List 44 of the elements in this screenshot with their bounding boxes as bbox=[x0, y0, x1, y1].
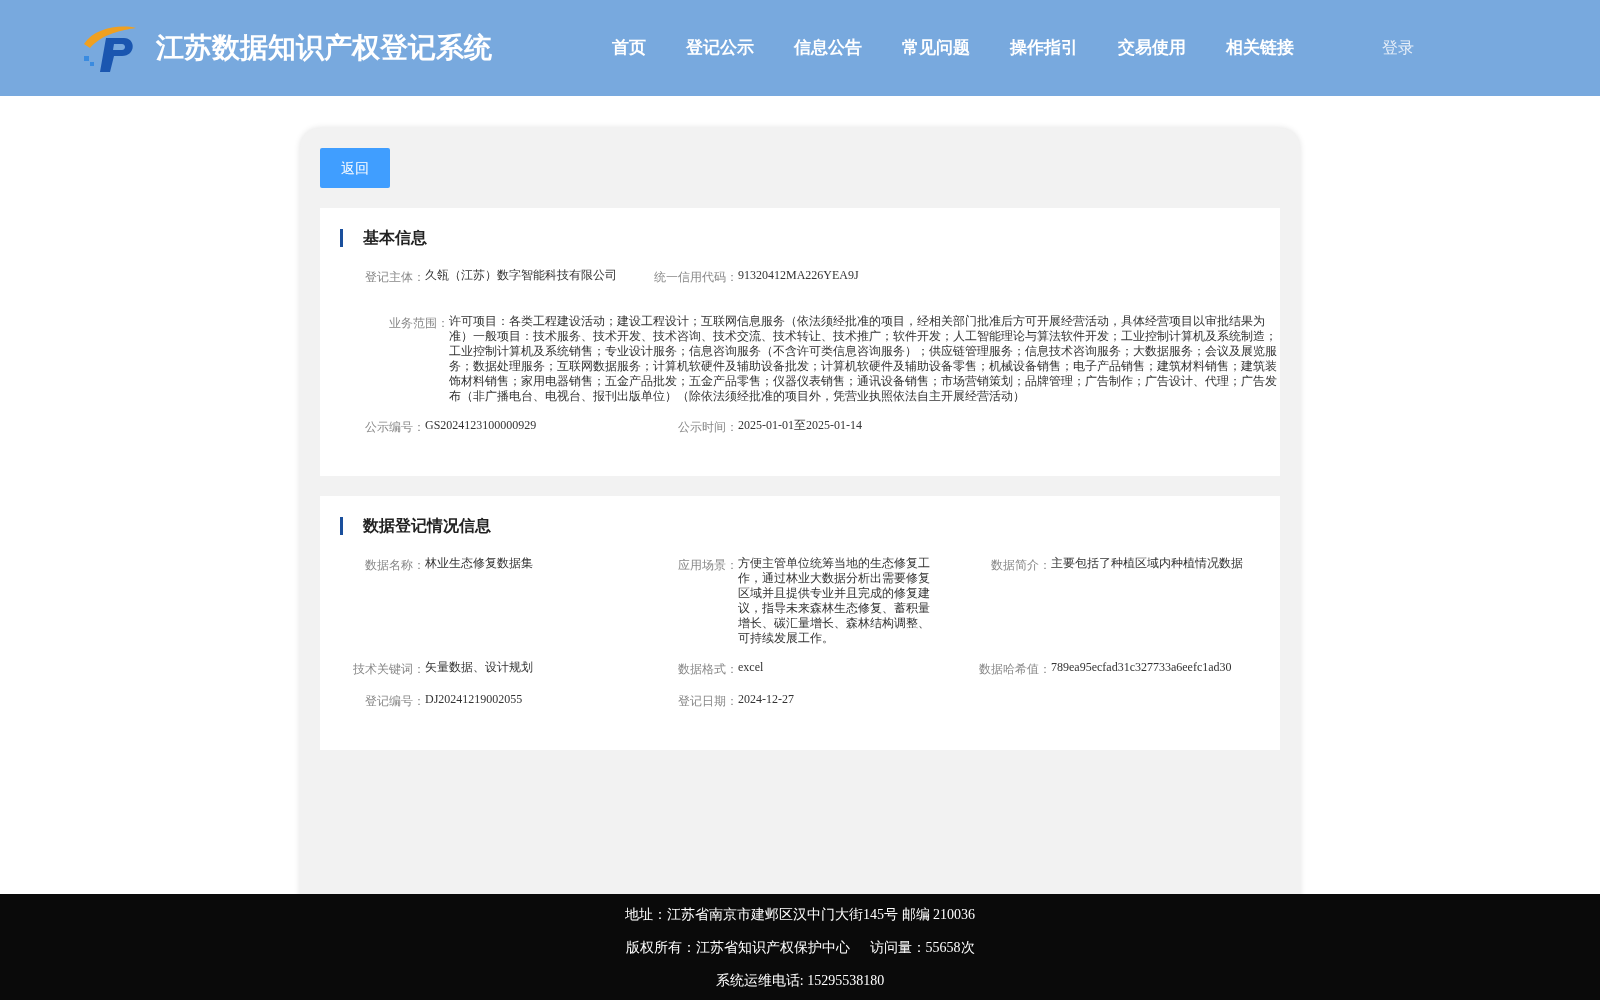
login-link[interactable]: 登录 bbox=[1382, 36, 1414, 60]
footer-copyright: 版权所有：江苏省知识产权保护中心 bbox=[625, 938, 850, 957]
field-value: 久瓴（江苏）数字智能科技有限公司 bbox=[425, 268, 618, 283]
nav-link[interactable]: 交易使用 bbox=[1118, 35, 1186, 61]
nav-link[interactable]: 相关链接 bbox=[1226, 35, 1294, 61]
field-value: 方便主管单位统筹当地的生态修复工作，通过林业大数据分析出需要修复区域并且提供专业并且完成的修复建议，指导未来森林生态修复、蓄积量增长、碳汇量增长、森林结构调整、可持续发展工作。 bbox=[738, 556, 931, 646]
field-label: 业务范围： bbox=[388, 315, 449, 332]
field-label: 统一信用代码： bbox=[653, 269, 738, 286]
field-label: 登记编号： bbox=[364, 693, 425, 710]
field-label: 登记主体： bbox=[364, 269, 425, 286]
field-value: 矢量数据、设计规划 bbox=[425, 660, 534, 675]
field-value: 91320412MA226YEA9J bbox=[738, 268, 860, 283]
title-accent bbox=[340, 517, 343, 535]
title-accent bbox=[340, 229, 343, 247]
back-button[interactable]: 返回 bbox=[320, 148, 390, 188]
field-value: excel bbox=[738, 660, 765, 675]
field-label: 数据格式： bbox=[677, 661, 738, 678]
field-label: 数据名称： bbox=[364, 557, 425, 574]
section-title: 数据登记情况信息 bbox=[363, 516, 491, 536]
field-label: 登记日期： bbox=[677, 693, 738, 710]
nav-link[interactable]: 常见问题 bbox=[902, 35, 970, 61]
footer-phone: 系统运维电话: 15295538180 bbox=[715, 971, 885, 990]
field-value: GS2024123100000929 bbox=[425, 418, 538, 433]
visit-count: 访问量：55658次 bbox=[869, 938, 975, 957]
field-label: 应用场景： bbox=[677, 557, 738, 574]
nav-link[interactable]: 首页 bbox=[612, 35, 646, 61]
nav-link[interactable]: 信息公告 bbox=[794, 35, 862, 61]
field-value: 林业生态修复数据集 bbox=[425, 556, 534, 571]
field-value: DJ20241219002055 bbox=[425, 692, 524, 707]
field-label: 公示时间： bbox=[677, 419, 738, 436]
field-label: 技术关键词： bbox=[352, 661, 425, 678]
field-value: 2024-12-27 bbox=[738, 692, 795, 707]
footer-address: 地址：江苏省南京市建邺区汉中门大街145号 邮编 210036 bbox=[625, 905, 975, 924]
field-value: 2025-01-01至2025-01-14 bbox=[738, 418, 863, 433]
field-value: 主要包括了种植区域内种植情况数据 bbox=[1051, 556, 1244, 571]
nav-link[interactable]: 操作指引 bbox=[1010, 35, 1078, 61]
field-value: 许可项目：各类工程建设活动；建设工程设计；互联网信息服务（依法须经批准的项目，经相关部门批准后方可开展经营活动，具体经营项目以审批结果为准）一般项目：技术服务、技术开发、技术咨询、技术交流、技术转让、技术推广；软件开发；人工智能理论与算法软件开发；工业控制计算机及系统制造；工业控制计算机及系统销售；专业设计服务；信息咨询服务（不含许可类信息咨询服务）；供应链管理服务；信息技术咨询服务；大数据服务；会议及展览服务；数据处理服务；互联网数据服务；计算机软硬件及辅助设备批发；计算机软硬件及辅助设备零售；机械设备销售；电子产品销售；建筑材料销售；建筑装饰材料销售；家用电器销售；五金产品批发；五金产品零售；仪器仪表销售；通讯设备销售；市场营销策划；品牌管理；广告制作；广告设计、代理；广告发布（非广播电台、电视台、报刊出版单位）（除依法须经批准的项目外，凭营业执照依法自主开展经营活动） bbox=[449, 314, 1278, 404]
site-title: 江苏数据知识产权登记系统 bbox=[156, 31, 492, 65]
field-label: 数据哈希值： bbox=[978, 661, 1051, 678]
field-label: 公示编号： bbox=[364, 419, 425, 436]
nav-link[interactable]: 登记公示 bbox=[686, 35, 754, 61]
section-title: 基本信息 bbox=[363, 228, 427, 248]
field-value: 789ea95ecfad31c327733a6eefc1ad30 bbox=[1051, 660, 1233, 675]
field-label: 数据简介： bbox=[990, 557, 1051, 574]
